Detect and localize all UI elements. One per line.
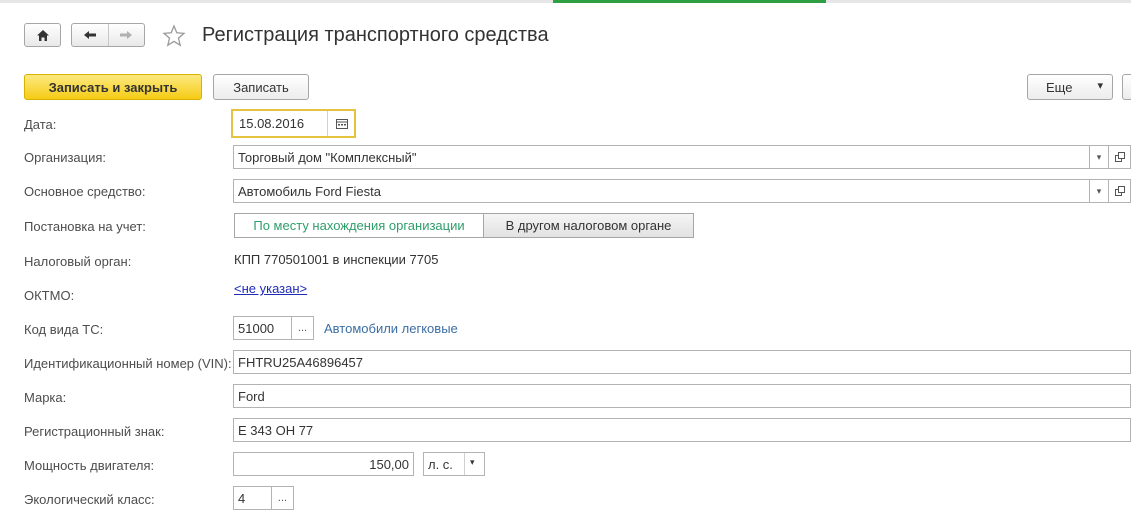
chevron-down-icon: ▾ bbox=[1097, 80, 1103, 92]
asset-label: Основное средство: bbox=[24, 184, 146, 199]
more-button[interactable]: Еще ▾ bbox=[1027, 74, 1113, 100]
engine-power-field[interactable]: 150,00 bbox=[233, 452, 414, 476]
vehicle-code-description: Автомобили легковые bbox=[324, 321, 458, 336]
organization-value: Торговый дом "Комплексный" bbox=[238, 149, 417, 165]
registration-option-org-location[interactable]: По месту нахождения организации bbox=[234, 213, 484, 238]
ellipsis-icon: ... bbox=[277, 492, 288, 504]
date-label: Дата: bbox=[24, 117, 57, 132]
vehicle-code-field[interactable]: 51000 bbox=[233, 316, 292, 340]
oktmo-link[interactable]: <не указан> bbox=[234, 281, 307, 296]
chevron-down-icon: ▾ bbox=[470, 457, 475, 467]
page-title: Регистрация транспортного средства bbox=[202, 24, 549, 46]
active-tab-indicator bbox=[553, 0, 826, 3]
open-window-icon bbox=[1114, 152, 1125, 162]
organization-label: Организация: bbox=[24, 150, 107, 165]
chevron-down-icon: ▾ bbox=[1096, 185, 1102, 196]
home-button[interactable] bbox=[24, 23, 61, 47]
back-button[interactable] bbox=[72, 24, 109, 46]
arrow-left-icon bbox=[83, 31, 96, 39]
tax-authority-value: КПП 770501001 в инспекции 7705 bbox=[234, 252, 439, 267]
engine-power-unit-select[interactable]: л. с. ▾ bbox=[423, 452, 485, 476]
arrow-right-icon bbox=[120, 31, 133, 39]
engine-power-value: 150,00 bbox=[369, 456, 409, 472]
help-button[interactable] bbox=[1122, 74, 1131, 100]
field-divider bbox=[464, 453, 465, 475]
engine-power-label: Мощность двигателя: bbox=[24, 458, 155, 473]
registration-label: Постановка на учет: bbox=[24, 219, 146, 234]
vin-label: Идентификационный номер (VIN): bbox=[24, 356, 232, 371]
save-and-close-button[interactable]: Записать и закрыть bbox=[24, 74, 202, 100]
asset-dropdown-button[interactable]: ▾ bbox=[1089, 179, 1109, 203]
vehicle-code-select-button[interactable]: ... bbox=[291, 316, 314, 340]
home-icon bbox=[36, 29, 49, 41]
eco-class-value: 4 bbox=[238, 490, 246, 506]
eco-class-label: Экологический класс: bbox=[24, 492, 155, 507]
asset-field[interactable]: Автомобиль Ford Fiesta bbox=[233, 179, 1090, 203]
brand-field[interactable]: Ford bbox=[233, 384, 1131, 408]
vin-value: FHTRU25A46896457 bbox=[238, 354, 364, 370]
chevron-down-icon: ▾ bbox=[1096, 151, 1102, 162]
open-window-icon bbox=[1114, 186, 1125, 196]
brand-label: Марка: bbox=[24, 390, 67, 405]
reg-plate-field[interactable]: Е 343 ОН 77 bbox=[233, 418, 1131, 442]
save-button[interactable]: Записать bbox=[213, 74, 309, 100]
organization-open-button[interactable] bbox=[1108, 145, 1131, 169]
favorite-button[interactable] bbox=[162, 24, 186, 48]
more-button-label: Еще bbox=[1046, 79, 1073, 95]
engine-power-unit: л. с. bbox=[428, 456, 453, 472]
brand-value: Ford bbox=[238, 388, 265, 404]
vin-field[interactable]: FHTRU25A46896457 bbox=[233, 350, 1131, 374]
tax-authority-label: Налоговый орган: bbox=[24, 254, 132, 269]
asset-value: Автомобиль Ford Fiesta bbox=[238, 183, 381, 199]
calendar-icon[interactable] bbox=[336, 119, 348, 129]
field-divider bbox=[327, 111, 328, 136]
vehicle-code-value: 51000 bbox=[238, 320, 275, 336]
eco-class-select-button[interactable]: ... bbox=[271, 486, 294, 510]
registration-option-other-tax-office[interactable]: В другом налоговом органе bbox=[483, 213, 694, 238]
date-field[interactable]: 15.08.2016 bbox=[231, 109, 356, 138]
oktmo-label: ОКТМО: bbox=[24, 288, 75, 303]
date-value: 15.08.2016 bbox=[239, 116, 305, 131]
history-nav bbox=[71, 23, 145, 47]
vehicle-code-label: Код вида ТС: bbox=[24, 322, 104, 337]
organization-dropdown-button[interactable]: ▾ bbox=[1089, 145, 1109, 169]
ellipsis-icon: ... bbox=[297, 322, 308, 334]
forward-button[interactable] bbox=[109, 24, 145, 46]
reg-plate-value: Е 343 ОН 77 bbox=[238, 422, 314, 438]
star-icon bbox=[162, 24, 186, 47]
organization-field[interactable]: Торговый дом "Комплексный" bbox=[233, 145, 1090, 169]
eco-class-field[interactable]: 4 bbox=[233, 486, 272, 510]
reg-plate-label: Регистрационный знак: bbox=[24, 424, 165, 439]
asset-open-button[interactable] bbox=[1108, 179, 1131, 203]
